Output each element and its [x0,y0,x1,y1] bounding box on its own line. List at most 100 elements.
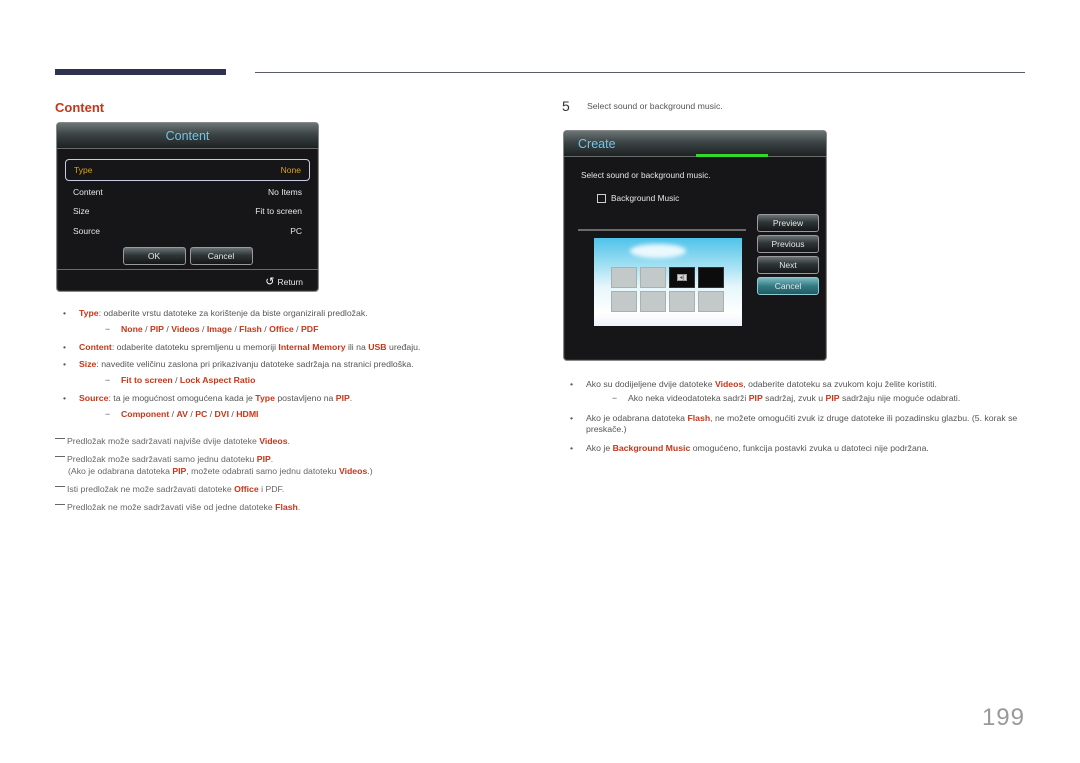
setting-label: Content [73,186,103,197]
create-prompt: Select sound or background music. [581,170,711,180]
previous-button[interactable]: Previous [757,235,819,253]
option: Office [269,324,294,335]
highlight: Flash [275,502,298,513]
option: HDMI [236,408,259,419]
note-text: (Ako je odabrana datoteka [68,465,173,476]
next-button[interactable]: Next [757,256,819,274]
note-text: . [297,502,301,513]
dialog-divider [57,269,318,270]
template-cell[interactable] [640,291,666,312]
description: : odaberite datoteku spremljenu u memori… [111,341,279,352]
template-cell-sound[interactable]: ◂) [669,267,695,288]
dialog-buttons: OK Cancel [57,247,318,265]
template-cell[interactable] [698,291,724,312]
template-grid: ◂) [611,267,724,312]
content-dialog-title: Content [165,129,210,143]
option: Image [206,324,232,335]
background-music-label: Background Music [611,193,680,203]
note-text: , možete odabrati samo jednu datoteku [186,465,339,476]
source-options: Component / AV / PC / DVI / HDMI [79,408,505,421]
highlight: PIP [172,465,187,476]
template-cell[interactable] [698,267,724,288]
section-title: Content [55,100,105,115]
setting-value: Fit to screen [255,206,302,217]
template-cell[interactable] [640,267,666,288]
background-music-option[interactable]: Background Music [597,193,679,203]
term: Size [79,358,97,369]
description: postavljeno na [274,392,336,403]
content-dialog: Content Type None Content No Items Size … [56,122,319,292]
preview-button[interactable]: Preview [757,214,819,232]
create-dialog-header: Create [564,131,826,157]
highlight: Videos [338,465,368,476]
setting-label: Size [73,206,90,217]
description: uređaju. [386,341,421,352]
template-cell[interactable] [611,267,637,288]
bullet: Ako je odabrana datoteka Flash, ne možet… [562,413,1022,436]
setting-value: PC [290,225,302,236]
description: sadržaju nije moguće odabrati. [839,393,961,404]
setting-row-type[interactable]: Type None [65,159,310,181]
step-number: 5 [562,98,570,114]
description: , odaberite datoteku sa zvukom koju želi… [743,379,937,389]
note-text: . [270,454,274,465]
size-options: Fit to screen / Lock Aspect Ratio [79,375,505,387]
ok-button[interactable]: OK [122,247,186,265]
cancel-button[interactable]: Cancel [757,277,819,295]
setting-row-content[interactable]: Content No Items [65,182,310,202]
background-music-checkbox[interactable] [597,193,606,203]
step-progress-fill [696,154,768,157]
create-dialog-title: Create [578,137,616,151]
description: Ako je [586,443,613,454]
step-text: Select sound or background music. [587,101,723,111]
term: Source [79,392,109,403]
setting-label: Source [73,225,100,236]
template-cell[interactable] [611,291,637,312]
term: Content [79,341,112,352]
notes-list: Predložak može sadržavati najviše dvije … [55,436,505,521]
setting-label: Type [74,165,93,175]
term: Type [79,308,99,318]
create-buttons: Preview Previous Next Cancel [757,214,819,295]
header-accent-bar [55,69,226,75]
template-cell[interactable] [669,291,695,312]
description: Ako je odabrana datoteka [586,412,688,423]
return-arrow-icon: ↺ [265,276,275,288]
highlight: Flash [687,412,711,423]
description: sadržaj, zvuk u [762,393,826,404]
option: PIP [149,324,164,335]
cancel-button[interactable]: Cancel [189,247,253,265]
bullet: Ako su dodijeljene dvije datoteke Videos… [562,379,1022,405]
bullet: Ako je Background Music omogućeno, funkc… [562,443,1022,455]
option: Videos [171,324,200,335]
return-button[interactable]: ↺ Return [265,275,303,288]
highlight: Type [255,392,275,403]
create-dialog: Create Select sound or background music.… [563,130,827,361]
note-text: Predložak može sadržavati najviše dvije … [67,436,260,446]
note: Predložak može sadržavati najviše dvije … [55,436,505,447]
highlight: Background Music [612,443,691,454]
setting-row-size[interactable]: Size Fit to screen [65,202,310,222]
header-rule [255,72,1025,73]
note: Predložak ne može sadržavati više od jed… [55,502,505,513]
description: . [349,392,353,403]
highlight: Videos [259,436,288,446]
description: omogućeno, funkcija postavki zvuka u dat… [690,443,929,454]
bullet-content: Content: odaberite datoteku spremljenu u… [55,341,505,354]
description: : navedite veličinu zaslona pri prikaziv… [96,358,414,369]
return-label: Return [277,276,303,287]
create-divider [578,229,746,231]
bullet-size: Size: navedite veličinu zaslona pri prik… [55,359,505,387]
highlight: PIP [256,454,271,465]
content-options-list: Type: odaberite vrstu datoteke za korišt… [55,308,505,426]
highlight: PIP [748,393,763,404]
highlight: PIP [335,392,350,403]
setting-row-source[interactable]: Source PC [65,221,310,241]
setting-value: No Items [267,186,302,197]
template-preview: ◂) [594,238,742,326]
bullet-type: Type: odaberite vrstu datoteke za korišt… [55,308,505,336]
sub-note: Ako neka videodatoteka sadrži PIP sadrža… [586,393,1022,405]
content-dialog-header: Content [57,123,318,149]
option: PDF [301,324,319,335]
highlight: Office [234,483,259,494]
